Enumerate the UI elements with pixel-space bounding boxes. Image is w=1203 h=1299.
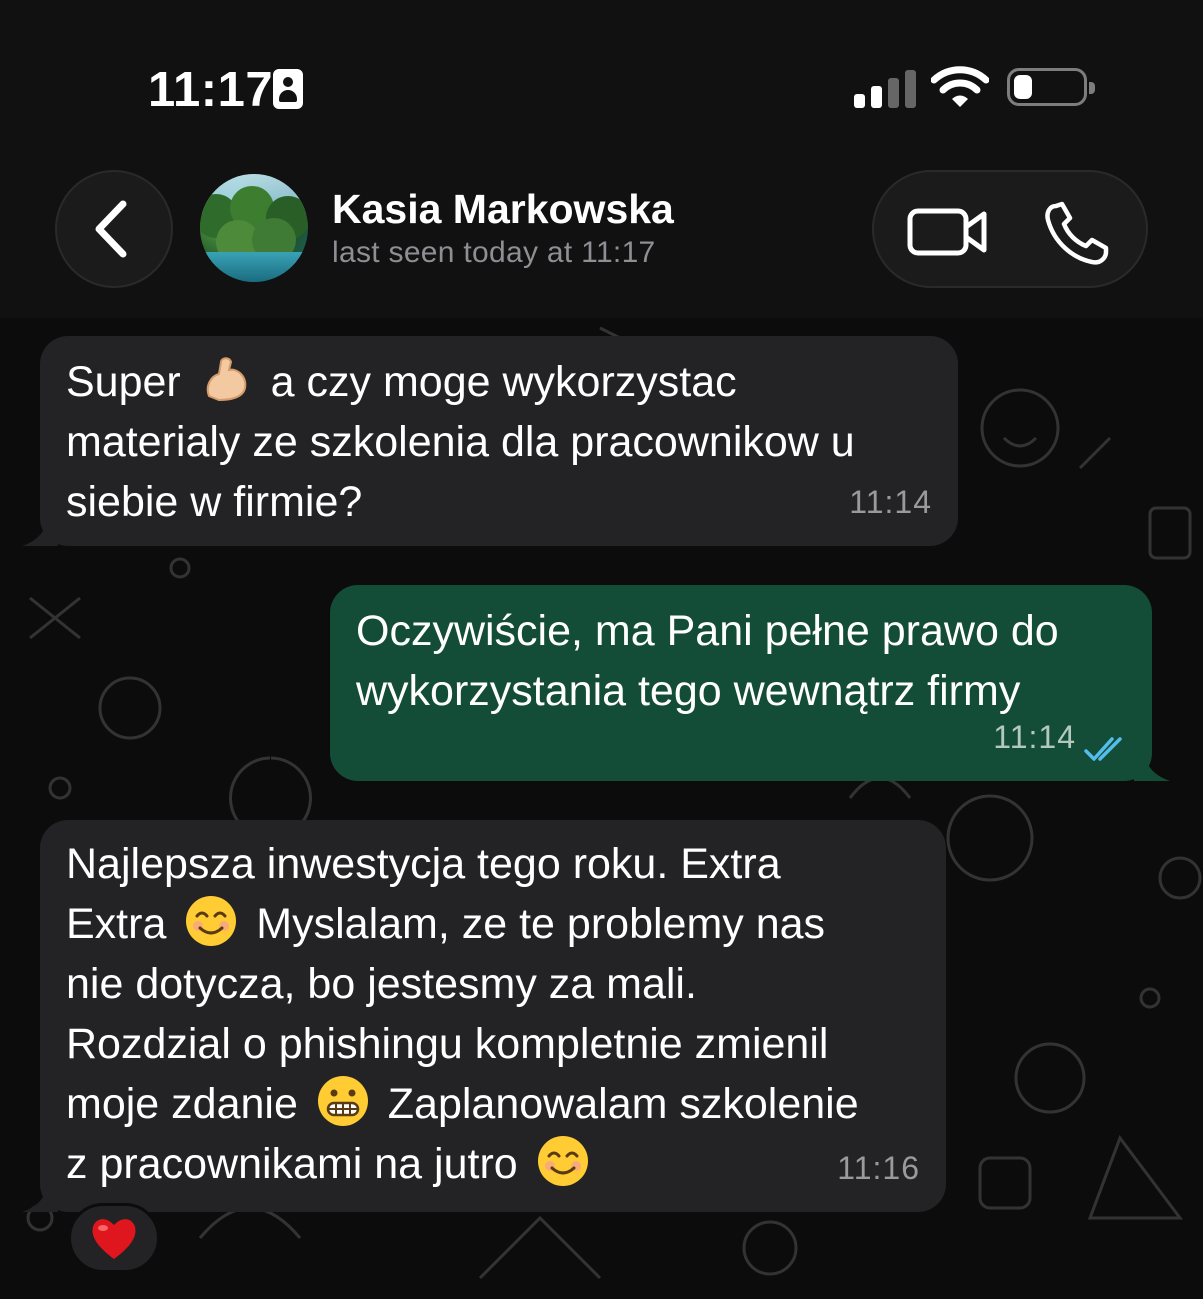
video-call-button[interactable] <box>894 196 1004 266</box>
message-text: Oczywiście, ma Pani pełne prawo do wykor… <box>356 607 1059 715</box>
battery-icon <box>1007 68 1095 106</box>
phone-icon <box>1045 201 1109 265</box>
message-reaction[interactable] <box>68 1203 160 1273</box>
back-button[interactable] <box>55 170 173 288</box>
bubble-tail <box>22 1182 58 1212</box>
smiling-face-emoji <box>186 896 237 946</box>
chat-header: Kasia Markowska last seen today at 11:17 <box>0 150 1203 318</box>
message-time: 11:14 <box>993 719 1076 755</box>
wifi-icon <box>931 66 989 107</box>
bubble-tail <box>1134 751 1170 781</box>
smiling-face-emoji <box>537 1136 588 1186</box>
cellular-signal-icon <box>854 70 916 108</box>
message-time: 11:14 <box>849 484 932 520</box>
message-bubble-incoming[interactable]: Super a czy moge wykorzystac materialy z… <box>22 336 958 546</box>
grimacing-face-emoji <box>317 1076 368 1126</box>
back-chevron-icon <box>95 200 127 258</box>
bubble-tail <box>22 516 58 546</box>
message-text: Super a czy moge wykorzystac materialy z… <box>66 352 932 532</box>
status-bar: 11:17 <box>0 0 1203 150</box>
status-time: 11:17 <box>148 63 274 117</box>
contact-name[interactable]: Kasia Markowska <box>332 186 674 233</box>
message-text: Najlepsza inwestycja tego roku. Extra Ex… <box>66 840 859 1188</box>
message-bubble-incoming[interactable]: Najlepsza inwestycja tego roku. Extra Ex… <box>22 820 946 1212</box>
voice-call-button[interactable] <box>1034 192 1124 270</box>
call-actions <box>872 170 1148 288</box>
message-bubble-outgoing[interactable]: Oczywiście, ma Pani pełne prawo do wykor… <box>330 585 1170 781</box>
chat-area[interactable]: Super a czy moge wykorzystac materialy z… <box>0 318 1203 1299</box>
double-check-read-icon <box>1084 737 1122 761</box>
video-camera-icon <box>907 208 987 256</box>
avatar[interactable] <box>200 174 308 282</box>
contact-card-icon <box>273 69 303 109</box>
red-heart-emoji <box>92 1219 136 1259</box>
flexed-biceps-emoji <box>206 357 246 402</box>
last-seen-status: last seen today at 11:17 <box>332 236 656 269</box>
message-time: 11:16 <box>837 1150 920 1186</box>
